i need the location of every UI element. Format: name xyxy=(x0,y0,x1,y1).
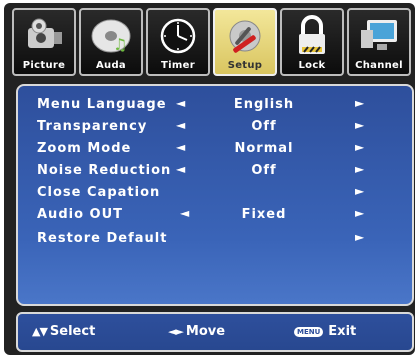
tab-label: Channel xyxy=(355,60,403,71)
hint-move-label: Move xyxy=(185,324,226,339)
menu-item-label: Restore Default xyxy=(37,231,168,246)
menu-item-value: Fixed xyxy=(241,207,287,222)
tab-timer[interactable]: Timer xyxy=(146,8,210,76)
footer-hint-bar: ▲▼ Select ◄► Move MENU Exit xyxy=(16,312,414,352)
menu-item-value: English xyxy=(233,97,295,112)
tab-picture[interactable]: Picture xyxy=(12,8,76,76)
menu-item-label: Zoom Mode xyxy=(37,141,132,156)
disc-icon: ♫ xyxy=(81,14,141,58)
arrow-right-icon[interactable]: ► xyxy=(355,206,365,220)
arrow-left-icon[interactable]: ◄ xyxy=(176,118,186,132)
hint-exit-label: Exit xyxy=(328,324,357,339)
hint-select-label: Select xyxy=(49,324,96,339)
monitor-icon xyxy=(349,14,409,58)
arrow-left-icon[interactable]: ◄ xyxy=(176,96,186,110)
menu-item-transparency[interactable]: Transparency ◄ Off ► xyxy=(18,116,412,138)
tab-lock[interactable]: Lock xyxy=(280,8,344,76)
arrow-left-icon[interactable]: ◄ xyxy=(180,206,190,220)
clock-icon xyxy=(148,14,208,58)
menu-item-value: Normal xyxy=(234,141,294,156)
menu-item-restore-default[interactable]: Restore Default ► xyxy=(18,228,412,250)
menu-key-icon: MENU xyxy=(294,326,324,337)
tab-label: Picture xyxy=(22,60,66,71)
menu-item-label: Transparency xyxy=(37,119,148,134)
tab-strip: Picture ♫ Auda Timer Setup Lock Channel xyxy=(12,8,416,80)
tab-setup[interactable]: Setup xyxy=(213,8,277,76)
lock-icon xyxy=(282,14,342,58)
left-right-arrows-icon: ◄► xyxy=(168,325,184,338)
menu-item-zoom-mode[interactable]: Zoom Mode ◄ Normal ► xyxy=(18,138,412,160)
menu-item-label: Audio OUT xyxy=(37,207,124,222)
tab-channel[interactable]: Channel xyxy=(347,8,411,76)
arrow-left-icon[interactable]: ◄ xyxy=(176,140,186,154)
menu-item-menu-language[interactable]: Menu Language ◄ English ► xyxy=(18,94,412,116)
menu-item-audio-out[interactable]: Audio OUT ◄ Fixed ► xyxy=(18,204,412,226)
tab-audio[interactable]: ♫ Auda xyxy=(79,8,143,76)
hint-select: ▲▼ Select xyxy=(32,324,95,339)
menu-item-value: Off xyxy=(251,119,277,134)
arrow-left-icon[interactable]: ◄ xyxy=(176,162,186,176)
tab-label: Lock xyxy=(298,60,326,71)
arrow-right-icon[interactable]: ► xyxy=(355,184,365,198)
camera-icon xyxy=(14,14,74,58)
menu-item-label: Close Capation xyxy=(37,185,161,200)
tab-label: Auda xyxy=(96,60,126,71)
tab-label: Timer xyxy=(161,60,195,71)
up-down-arrows-icon: ▲▼ xyxy=(32,325,48,338)
menu-item-value: Off xyxy=(251,163,277,178)
arrow-right-icon[interactable]: ► xyxy=(355,162,365,176)
gear-tools-icon xyxy=(215,14,275,58)
tab-label: Setup xyxy=(227,60,263,71)
arrow-right-icon[interactable]: ► xyxy=(355,140,365,154)
arrow-right-icon[interactable]: ► xyxy=(355,96,365,110)
arrow-right-icon[interactable]: ► xyxy=(355,118,365,132)
hint-move: ◄► Move xyxy=(168,324,225,339)
hint-exit: MENU Exit xyxy=(294,324,356,339)
arrow-right-icon[interactable]: ► xyxy=(355,230,365,244)
menu-item-label: Noise Reduction xyxy=(37,163,172,178)
setup-menu-panel: Menu Language ◄ English ► Transparency ◄… xyxy=(16,84,414,306)
menu-item-noise-reduction[interactable]: Noise Reduction ◄ Off ► xyxy=(18,160,412,182)
menu-item-close-caption[interactable]: Close Capation ► xyxy=(18,182,412,204)
menu-item-label: Menu Language xyxy=(37,97,167,112)
svg-text:♫: ♫ xyxy=(113,35,127,54)
